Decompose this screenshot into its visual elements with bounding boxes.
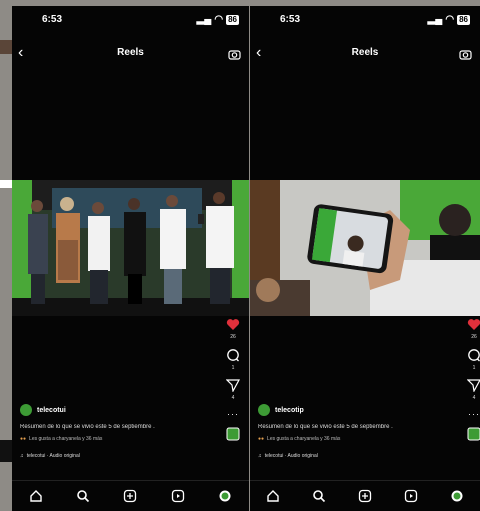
camera-icon[interactable] — [459, 47, 472, 65]
more-options-icon[interactable]: ··· — [464, 409, 480, 419]
bottom-nav — [250, 480, 480, 511]
likes-count: 26 — [230, 334, 236, 340]
status-time: 6:53 — [42, 14, 63, 25]
action-column: 26 1 4 ··· — [464, 318, 480, 451]
heart-icon[interactable] — [467, 318, 480, 331]
username[interactable]: telecotui — [37, 407, 66, 414]
likes-count: 26 — [471, 334, 477, 340]
home-icon[interactable] — [25, 485, 47, 507]
reel-meta: telecotip Resumen de lo que se vivió est… — [258, 404, 450, 459]
profile-icon[interactable] — [446, 485, 468, 507]
status-time: 6:53 — [280, 14, 301, 25]
wifi-icon: ◠ — [214, 14, 224, 25]
liked-by-avatars-icon: ●● — [258, 436, 265, 442]
comment-icon[interactable] — [226, 348, 240, 362]
reel-video[interactable] — [12, 180, 249, 316]
page-title: Reels — [117, 47, 144, 58]
shares-count: 4 — [231, 395, 235, 401]
caption[interactable]: Resumen de lo que se vivió este 5 de sep… — [258, 424, 450, 430]
music-note-icon: ♫ — [20, 453, 24, 459]
action-column: 26 1 4 ··· — [223, 318, 243, 451]
bottom-nav — [12, 480, 249, 511]
create-icon[interactable] — [354, 485, 376, 507]
signal-icon: ▂▄ — [427, 14, 443, 25]
phone-screen-right: 6:53 ▂▄ ◠ 86 ‹ Reels 26 1 4 ··· telecoti… — [250, 6, 480, 511]
page-title: Reels — [351, 47, 379, 58]
share-icon[interactable] — [466, 379, 480, 393]
signal-icon: ▂▄ — [196, 14, 212, 25]
liked-by-text[interactable]: Les gusta a charyanela y 36 más — [29, 436, 102, 442]
audio-thumbnail-icon[interactable] — [226, 427, 240, 441]
wifi-icon: ◠ — [445, 14, 455, 25]
search-icon[interactable] — [308, 485, 330, 507]
share-icon[interactable] — [225, 379, 241, 393]
status-icons: ▂▄ ◠ 86 — [197, 14, 239, 25]
search-icon[interactable] — [72, 485, 94, 507]
video-frame-phone-in-hand — [250, 180, 480, 316]
heart-icon[interactable] — [226, 318, 240, 331]
status-icons: ▂▄ ◠ 86 — [428, 14, 470, 25]
reels-header: ‹ Reels — [250, 44, 480, 64]
reel-video[interactable] — [250, 180, 480, 316]
caption[interactable]: Resumen de lo que se vivió este 5 de sep… — [20, 424, 219, 430]
liked-by-text[interactable]: Les gusta a charyanela y 36 más — [267, 436, 340, 442]
battery-icon: 86 — [457, 14, 470, 25]
comments-count: 1 — [472, 365, 476, 371]
shares-count: 4 — [472, 395, 476, 401]
avatar[interactable] — [20, 404, 32, 416]
username[interactable]: telecotip — [275, 407, 304, 414]
reels-icon[interactable] — [167, 485, 189, 507]
audio-label[interactable]: telecotui · Audio original — [27, 453, 80, 459]
liked-by-avatars-icon: ●● — [20, 436, 27, 442]
music-note-icon: ♫ — [258, 453, 262, 459]
home-icon[interactable] — [262, 485, 284, 507]
background-edge — [0, 0, 12, 511]
reels-header: ‹ Reels — [12, 44, 249, 64]
status-bar: 6:53 ▂▄ ◠ 86 — [12, 12, 249, 28]
audio-label[interactable]: telecotui · Audio original — [265, 453, 318, 459]
battery-icon: 86 — [226, 14, 239, 25]
more-options-icon[interactable]: ··· — [223, 409, 243, 419]
status-bar: 6:53 ▂▄ ◠ 86 — [250, 12, 480, 28]
audio-thumbnail-icon[interactable] — [467, 427, 480, 441]
phone-screen-left: 6:53 ▂▄ ◠ 86 ‹ Reels 26 1 4 ··· telecotu… — [12, 6, 249, 511]
video-frame-group-photo — [12, 180, 249, 316]
reels-icon[interactable] — [400, 485, 422, 507]
camera-icon[interactable] — [228, 47, 241, 65]
profile-icon[interactable] — [214, 485, 236, 507]
avatar[interactable] — [258, 404, 270, 416]
comment-icon[interactable] — [467, 348, 480, 362]
create-icon[interactable] — [119, 485, 141, 507]
comments-count: 1 — [231, 365, 235, 371]
reel-meta: telecotui Resumen de lo que se vivió est… — [20, 404, 219, 459]
